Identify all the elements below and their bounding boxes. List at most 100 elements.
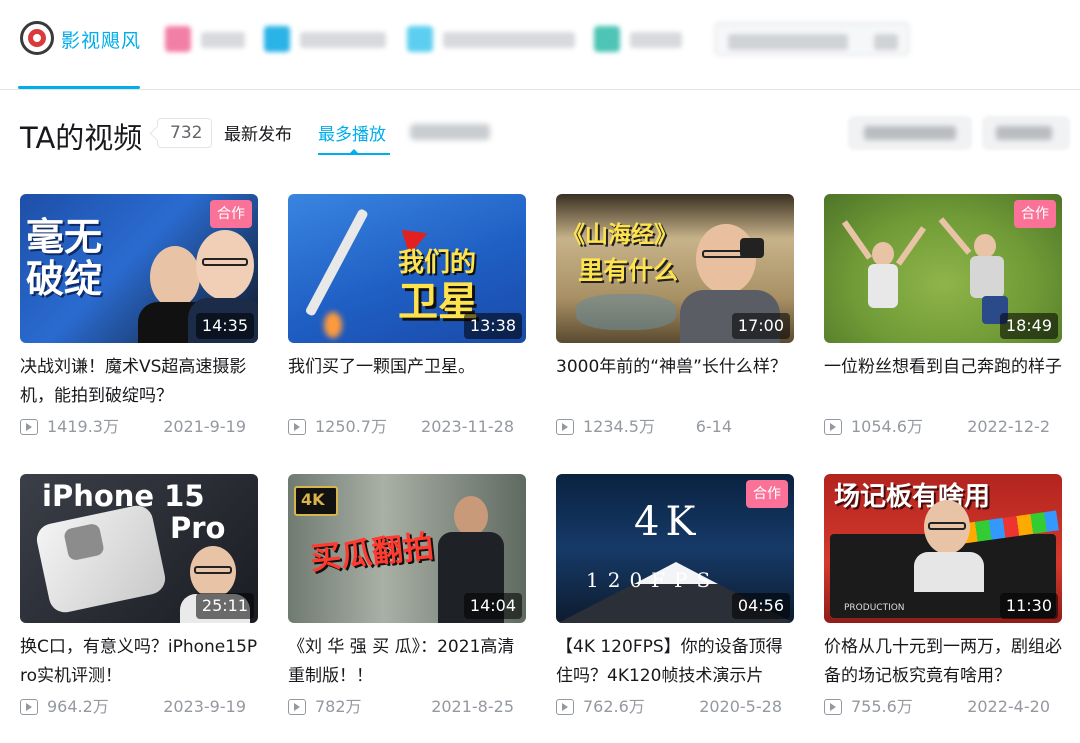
sort-tab-most-played[interactable]: 最多播放	[318, 120, 386, 145]
blurred-label	[728, 34, 848, 50]
video-duration: 14:35	[195, 313, 254, 339]
video-count-badge: 732	[157, 118, 213, 148]
video-card[interactable]: 《山海经》 里有什么 17:00 3000年前的“神兽”长什么样？ 1234.5…	[556, 194, 794, 440]
thumb-caption: 破绽	[26, 257, 103, 301]
video-title[interactable]: 【4K 120FPS】你的设备顶得住吗？4K120帧技术演示片	[556, 633, 794, 691]
play-count-icon	[20, 699, 38, 715]
video-meta: 762.6万 2020-5-28	[556, 694, 794, 720]
video-title[interactable]: 决战刘谦！魔术VS超高速摄影机，能拍到破绽吗？	[20, 353, 258, 411]
video-thumbnail[interactable]: 我们的 卫星 13:38	[288, 194, 526, 343]
publish-date: 6-14	[695, 417, 732, 436]
video-meta: 782万 2021-8-25	[288, 694, 526, 720]
channel-name[interactable]: 影视飓风	[61, 26, 141, 53]
video-card[interactable]: iPhone 15 Pro 25:11 换C口，有意义吗？iPhone15Pro…	[20, 474, 258, 720]
collab-badge: 合作	[746, 480, 788, 508]
blurred-label	[201, 32, 245, 48]
publish-date: 2021-8-25	[431, 697, 514, 716]
play-count-icon	[288, 699, 306, 715]
play-count-icon	[288, 419, 306, 435]
video-title[interactable]: 换C口，有意义吗？iPhone15Pro实机评测！	[20, 633, 258, 691]
video-meta: 1054.6万 2022-12-2	[824, 414, 1062, 440]
sort-tab-indicator	[318, 149, 390, 155]
video-card[interactable]: 合作 18:49 一位粉丝想看到自己奔跑的样子 1054.6万 2022-12-…	[824, 194, 1062, 440]
video-thumbnail[interactable]: 4K 买瓜翻拍 14:04	[288, 474, 526, 623]
thumb-caption: 毫无	[26, 215, 103, 259]
search-icon	[874, 34, 898, 50]
thumb-caption: 120FPS	[586, 568, 720, 592]
phone-icon	[33, 502, 169, 616]
video-meta: 1250.7万 2023-11-28	[288, 414, 526, 440]
play-count: 1234.5万	[583, 417, 655, 436]
4k-badge-icon: 4K	[294, 486, 338, 516]
video-title[interactable]: 《刘 华 强 买 瓜》：2021高清重制版！！	[288, 633, 526, 691]
thumb-caption: PRODUCTION	[844, 603, 905, 613]
thumb-caption: iPhone 15	[42, 479, 205, 513]
nav-tab-3[interactable]	[407, 22, 577, 56]
video-thumbnail[interactable]: 《山海经》 里有什么 17:00	[556, 194, 794, 343]
thumb-caption: 《山海经》	[562, 222, 677, 248]
video-title[interactable]: 一位粉丝想看到自己奔跑的样子	[824, 353, 1062, 411]
filter-button-1[interactable]	[848, 116, 972, 150]
video-thumbnail[interactable]: 4K 120FPS 合作 04:56	[556, 474, 794, 623]
rocket-icon	[304, 208, 369, 317]
person-face	[872, 242, 894, 266]
play-count: 755.6万	[851, 697, 913, 716]
video-meta: 1419.3万 2021-9-19	[20, 414, 258, 440]
play-count-icon	[556, 419, 574, 435]
light-blue-square-icon	[407, 26, 433, 52]
publish-date: 2022-4-20	[967, 697, 1050, 716]
thumb-caption: 买瓜翻拍	[308, 528, 436, 578]
nav-tab-1[interactable]	[165, 22, 245, 56]
nav-tab-2[interactable]	[264, 22, 388, 56]
video-thumbnail[interactable]: 毫无 破绽 合作 14:35	[20, 194, 258, 343]
filter-button-2[interactable]	[982, 116, 1070, 150]
video-title[interactable]: 价格从几十元到一两万，剧组必备的场记板究竟有啥用？	[824, 633, 1062, 691]
publish-date: 2023-11-28	[421, 417, 514, 436]
play-count: 964.2万	[47, 697, 109, 716]
thumb-caption: 里有什么	[578, 256, 679, 285]
channel-logo-icon[interactable]	[20, 21, 54, 55]
collab-badge: 合作	[210, 200, 252, 228]
glasses-icon	[202, 258, 248, 266]
thumb-caption: 我们的	[398, 248, 477, 278]
video-card[interactable]: 4K 120FPS 合作 04:56 【4K 120FPS】你的设备顶得住吗？4…	[556, 474, 794, 720]
person-face	[974, 234, 996, 258]
nav-tab-4[interactable]	[594, 22, 686, 56]
video-duration: 11:30	[999, 593, 1058, 619]
glasses-icon	[928, 522, 966, 530]
video-card[interactable]: 毫无 破绽 合作 14:35 决战刘谦！魔术VS超高速摄影机，能拍到破绽吗？ 1…	[20, 194, 258, 440]
play-count: 782万	[315, 697, 362, 716]
video-meta: 1234.5万 6-14	[556, 414, 794, 440]
video-thumbnail[interactable]: iPhone 15 Pro 25:11	[20, 474, 258, 623]
video-meta: 755.6万 2022-4-20	[824, 694, 1062, 720]
glasses-icon	[194, 566, 232, 574]
video-duration: 18:49	[999, 313, 1058, 339]
sort-tab-other[interactable]	[410, 124, 490, 140]
pink-square-icon	[165, 26, 191, 52]
collab-badge: 合作	[1014, 200, 1056, 228]
play-count: 1054.6万	[851, 417, 923, 436]
play-count-icon	[556, 699, 574, 715]
person-face	[454, 496, 488, 536]
thumb-caption: 4K	[634, 499, 702, 545]
video-card[interactable]: 我们的 卫星 13:38 我们买了一颗国产卫星。 1250.7万 2023-11…	[288, 194, 526, 440]
video-thumbnail[interactable]: 合作 18:49	[824, 194, 1062, 343]
video-duration: 25:11	[195, 593, 254, 619]
binoculars-icon	[740, 238, 764, 258]
video-duration: 17:00	[731, 313, 790, 339]
video-card[interactable]: 场记板有啥用 PRODUCTION 11:30 价格从几十元到一两万，剧组必备的…	[824, 474, 1062, 720]
play-count-icon	[824, 419, 842, 435]
video-duration: 13:38	[463, 313, 522, 339]
video-title[interactable]: 3000年前的“神兽”长什么样？	[556, 353, 794, 411]
channel-search-box[interactable]	[714, 22, 910, 56]
video-thumbnail[interactable]: 场记板有啥用 PRODUCTION 11:30	[824, 474, 1062, 623]
sort-tab-latest[interactable]: 最新发布	[224, 120, 292, 145]
person-face	[150, 246, 200, 308]
video-meta: 964.2万 2023-9-19	[20, 694, 258, 720]
channel-nav-bar: 影视飓风	[0, 0, 1080, 90]
video-title[interactable]: 我们买了一颗国产卫星。	[288, 353, 526, 411]
active-tab-indicator	[18, 86, 140, 89]
section-title: TA的视频	[20, 121, 143, 155]
blurred-label	[630, 32, 682, 48]
video-card[interactable]: 4K 买瓜翻拍 14:04 《刘 华 强 买 瓜》：2021高清重制版！！ 78…	[288, 474, 526, 720]
